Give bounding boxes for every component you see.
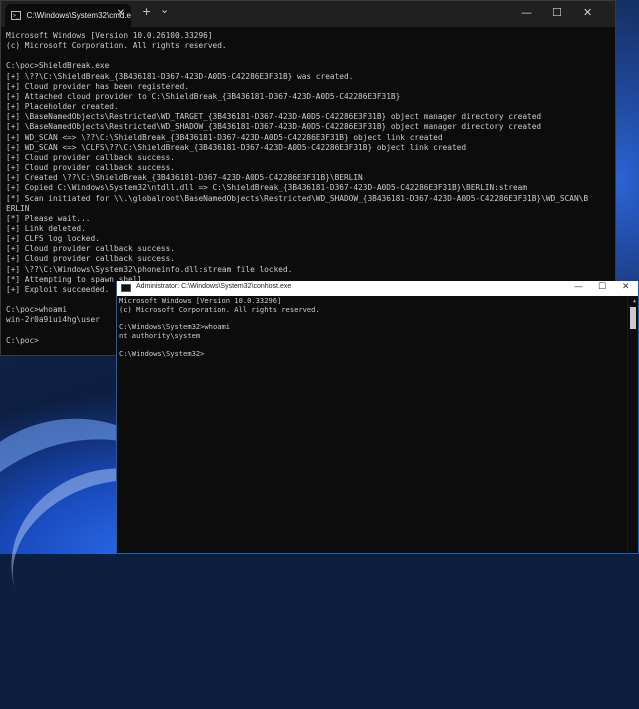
console-line: [+] \??\C:\ShieldBreak_{3B436181-D367-42…: [6, 71, 354, 81]
console-line: [+] Created \??\C:\ShieldBreak_{3B436181…: [6, 173, 363, 183]
console-line: [*] Please wait...: [6, 213, 91, 223]
scroll-up-arrow-icon[interactable]: ▲: [633, 298, 636, 304]
console-line: [+] Copied C:\Windows\System32\ntdll.dll…: [6, 183, 528, 193]
console-line: [+] Cloud provider callback success.: [6, 244, 175, 254]
console-line: [*] Scan initiated for \\.\globalroot\Ba…: [6, 193, 589, 203]
close-button[interactable]: ✕: [583, 6, 592, 19]
console-line: [+] Cloud provider callback success.: [6, 254, 175, 264]
conhost-maximize-button[interactable]: ☐: [598, 282, 606, 292]
console-line: C:\Windows\System32>: [119, 348, 205, 358]
console-line: (c) Microsoft Corporation. All rights re…: [119, 304, 320, 314]
tab-cmd[interactable]: >_ C:\Windows\System32\cmd.e ✕: [5, 4, 131, 27]
console-icon: [121, 284, 131, 292]
console-line: nt authority\system: [119, 331, 201, 341]
tab-title: C:\Windows\System32\cmd.e: [26, 11, 131, 20]
console-line: [+] \BaseNamedObjects\Restricted\WD_SHAD…: [6, 122, 542, 132]
console-line: [+] WD_SCAN <=> \??\C:\ShieldBreak_{3B43…: [6, 132, 443, 142]
console-line: [+] WD_SCAN <=> \CLFS\??\C:\ShieldBreak_…: [6, 142, 467, 152]
conhost-title: Administrator: C:\Windows\System32\conho…: [136, 283, 292, 290]
console-line: [+] \??\C:\Windows\System32\phoneinfo.dl…: [6, 264, 293, 274]
console-line: ERLIN: [6, 203, 30, 213]
conhost-titlebar[interactable]: Administrator: C:\Windows\System32\conho…: [117, 281, 638, 296]
tab-close-icon[interactable]: ✕: [117, 8, 125, 19]
console-line: [+] Link deleted.: [6, 223, 86, 233]
maximize-button[interactable]: ☐: [552, 6, 562, 19]
console-line: [+] Cloud provider callback success.: [6, 163, 175, 173]
conhost-scrollbar[interactable]: [627, 296, 638, 553]
conhost-close-button[interactable]: ✕: [622, 282, 630, 292]
console-line: [+] Cloud provider has been registered.: [6, 81, 190, 91]
console-line: [+] \BaseNamedObjects\Restricted\WD_TARG…: [6, 112, 542, 122]
cmd-titlebar[interactable]: >_ C:\Windows\System32\cmd.e ✕ + ⌄ — ☐ ✕: [1, 1, 615, 27]
minimize-button[interactable]: —: [521, 6, 532, 19]
console-line: [+] CLFS log locked.: [6, 234, 100, 244]
conhost-console-output[interactable]: Microsoft Windows [Version 10.0.33296] (c…: [119, 296, 626, 359]
new-tab-button[interactable]: +: [142, 5, 151, 18]
tab-dropdown-button[interactable]: ⌄: [160, 3, 169, 16]
console-line: [+] Attached cloud provider to C:\Shield…: [6, 91, 401, 101]
terminal-icon: >_: [11, 11, 21, 20]
console-line: [+] Placeholder created.: [6, 102, 119, 112]
scrollbar-thumb[interactable]: [630, 307, 636, 329]
conhost-minimize-button[interactable]: —: [574, 282, 583, 292]
conhost-window: Administrator: C:\Windows\System32\conho…: [116, 281, 639, 554]
console-line: (c) Microsoft Corporation. All rights re…: [6, 41, 227, 51]
console-line: C:\poc>ShieldBreak.exe: [6, 61, 110, 71]
console-line: [+] Cloud provider callback success.: [6, 152, 175, 162]
console-line: Microsoft Windows [Version 10.0.26100.33…: [6, 31, 213, 40]
